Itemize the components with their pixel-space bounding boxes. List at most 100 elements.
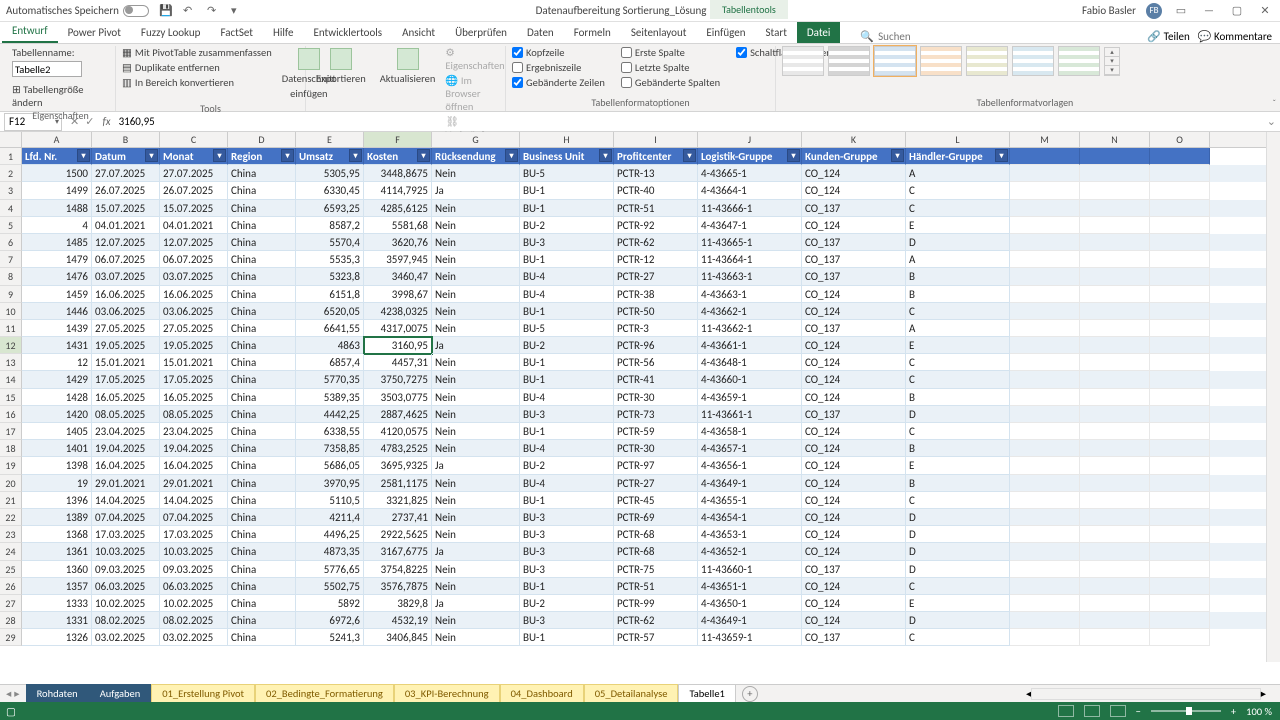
row-header[interactable]: 28: [0, 612, 22, 629]
cell[interactable]: 19.04.2025: [160, 440, 228, 457]
cell[interactable]: 16.06.2025: [92, 286, 160, 303]
cell[interactable]: 1398: [22, 457, 92, 474]
cell[interactable]: 06.07.2025: [160, 251, 228, 268]
empty-cell[interactable]: [1150, 612, 1210, 629]
cell[interactable]: BU-1: [520, 200, 614, 217]
cell[interactable]: CO_124: [802, 509, 906, 526]
cell[interactable]: 5776,65: [296, 561, 364, 578]
cell[interactable]: 26.07.2025: [92, 182, 160, 199]
ribbon-tab-start[interactable]: Start: [756, 22, 797, 43]
cell[interactable]: PCTR-57: [614, 629, 698, 646]
cell[interactable]: 1485: [22, 234, 92, 251]
column-header[interactable]: J: [698, 132, 802, 147]
cell[interactable]: China: [228, 217, 296, 234]
column-header[interactable]: F: [364, 132, 432, 147]
collapse-ribbon-icon[interactable]: ˇ: [1272, 98, 1276, 109]
horizontal-scrollbar[interactable]: ◂▸: [1026, 687, 1266, 701]
cell[interactable]: Ja: [432, 337, 520, 354]
cell[interactable]: 1357: [22, 578, 92, 595]
cell[interactable]: 11-43664-1: [698, 251, 802, 268]
header-row-checkbox[interactable]: Kopfzeile: [512, 46, 605, 59]
cell[interactable]: 1429: [22, 371, 92, 388]
empty-cell[interactable]: [1080, 612, 1150, 629]
row-header[interactable]: 26: [0, 578, 22, 595]
empty-cell[interactable]: [1080, 354, 1150, 371]
cell[interactable]: CO_124: [802, 492, 906, 509]
cell[interactable]: 3829,8: [364, 595, 432, 612]
cell[interactable]: China: [228, 578, 296, 595]
cell[interactable]: 4442,25: [296, 406, 364, 423]
column-header[interactable]: L: [906, 132, 1010, 147]
cell[interactable]: Nein: [432, 578, 520, 595]
cell[interactable]: China: [228, 268, 296, 285]
cell[interactable]: Nein: [432, 303, 520, 320]
cell[interactable]: 03.02.2025: [160, 629, 228, 646]
row-header[interactable]: 29: [0, 629, 22, 646]
empty-cell[interactable]: [1080, 165, 1150, 182]
filter-icon[interactable]: ▾: [145, 149, 158, 162]
cell[interactable]: 10.02.2025: [160, 595, 228, 612]
empty-cell[interactable]: [1010, 303, 1080, 320]
cell[interactable]: CO_124: [802, 595, 906, 612]
empty-cell[interactable]: [1150, 200, 1210, 217]
cell[interactable]: BU-4: [520, 268, 614, 285]
empty-cell[interactable]: [1010, 371, 1080, 388]
cell[interactable]: 03.06.2025: [160, 303, 228, 320]
cell[interactable]: Nein: [432, 320, 520, 337]
cell[interactable]: 17.03.2025: [92, 526, 160, 543]
cell[interactable]: C: [906, 629, 1010, 646]
row-header[interactable]: 27: [0, 595, 22, 612]
cell[interactable]: BU-3: [520, 406, 614, 423]
cell[interactable]: PCTR-3: [614, 320, 698, 337]
cell[interactable]: 26.07.2025: [160, 182, 228, 199]
cell[interactable]: 16.04.2025: [160, 457, 228, 474]
empty-cell[interactable]: [1150, 509, 1210, 526]
cell[interactable]: 4-43647-1: [698, 217, 802, 234]
cell[interactable]: PCTR-50: [614, 303, 698, 320]
cell[interactable]: Nein: [432, 423, 520, 440]
cell[interactable]: CO_124: [802, 475, 906, 492]
filter-icon[interactable]: ▾: [417, 149, 430, 162]
cell[interactable]: CO_124: [802, 389, 906, 406]
cell[interactable]: CO_124: [802, 526, 906, 543]
empty-cell[interactable]: [1150, 251, 1210, 268]
sheet-tab[interactable]: 05_Detailanalyse: [584, 684, 679, 704]
cell[interactable]: China: [228, 440, 296, 457]
cell[interactable]: 04.01.2021: [92, 217, 160, 234]
ribbon-tab-datei[interactable]: Datei: [797, 22, 841, 43]
cell[interactable]: 5502,75: [296, 578, 364, 595]
cell[interactable]: 19.04.2025: [92, 440, 160, 457]
cell[interactable]: 4496,25: [296, 526, 364, 543]
cell[interactable]: 4114,7925: [364, 182, 432, 199]
cell[interactable]: BU-3: [520, 234, 614, 251]
cell[interactable]: 4-43648-1: [698, 354, 802, 371]
cell[interactable]: China: [228, 612, 296, 629]
row-header[interactable]: 7: [0, 251, 22, 268]
cell[interactable]: Nein: [432, 475, 520, 492]
cell[interactable]: China: [228, 526, 296, 543]
cell[interactable]: China: [228, 234, 296, 251]
cell[interactable]: BU-3: [520, 526, 614, 543]
cell[interactable]: CO_124: [802, 165, 906, 182]
cell[interactable]: China: [228, 354, 296, 371]
sheet-tab[interactable]: 04_Dashboard: [500, 684, 584, 704]
cell[interactable]: 1333: [22, 595, 92, 612]
cell[interactable]: PCTR-68: [614, 526, 698, 543]
empty-cell[interactable]: [1150, 286, 1210, 303]
cell[interactable]: D: [906, 509, 1010, 526]
cell[interactable]: BU-1: [520, 578, 614, 595]
cell[interactable]: 16.04.2025: [92, 457, 160, 474]
cell[interactable]: C: [906, 423, 1010, 440]
refresh-button[interactable]: Aktualisieren: [376, 46, 440, 87]
cell[interactable]: 4-43652-1: [698, 543, 802, 560]
empty-cell[interactable]: [1150, 148, 1210, 165]
row-header[interactable]: 9: [0, 286, 22, 303]
empty-cell[interactable]: [1010, 217, 1080, 234]
cell[interactable]: Ja: [432, 182, 520, 199]
cell[interactable]: China: [228, 337, 296, 354]
empty-cell[interactable]: [1010, 475, 1080, 492]
cell[interactable]: CO_137: [802, 406, 906, 423]
row-header[interactable]: 11: [0, 320, 22, 337]
cell[interactable]: 3597,945: [364, 251, 432, 268]
cell[interactable]: China: [228, 629, 296, 646]
